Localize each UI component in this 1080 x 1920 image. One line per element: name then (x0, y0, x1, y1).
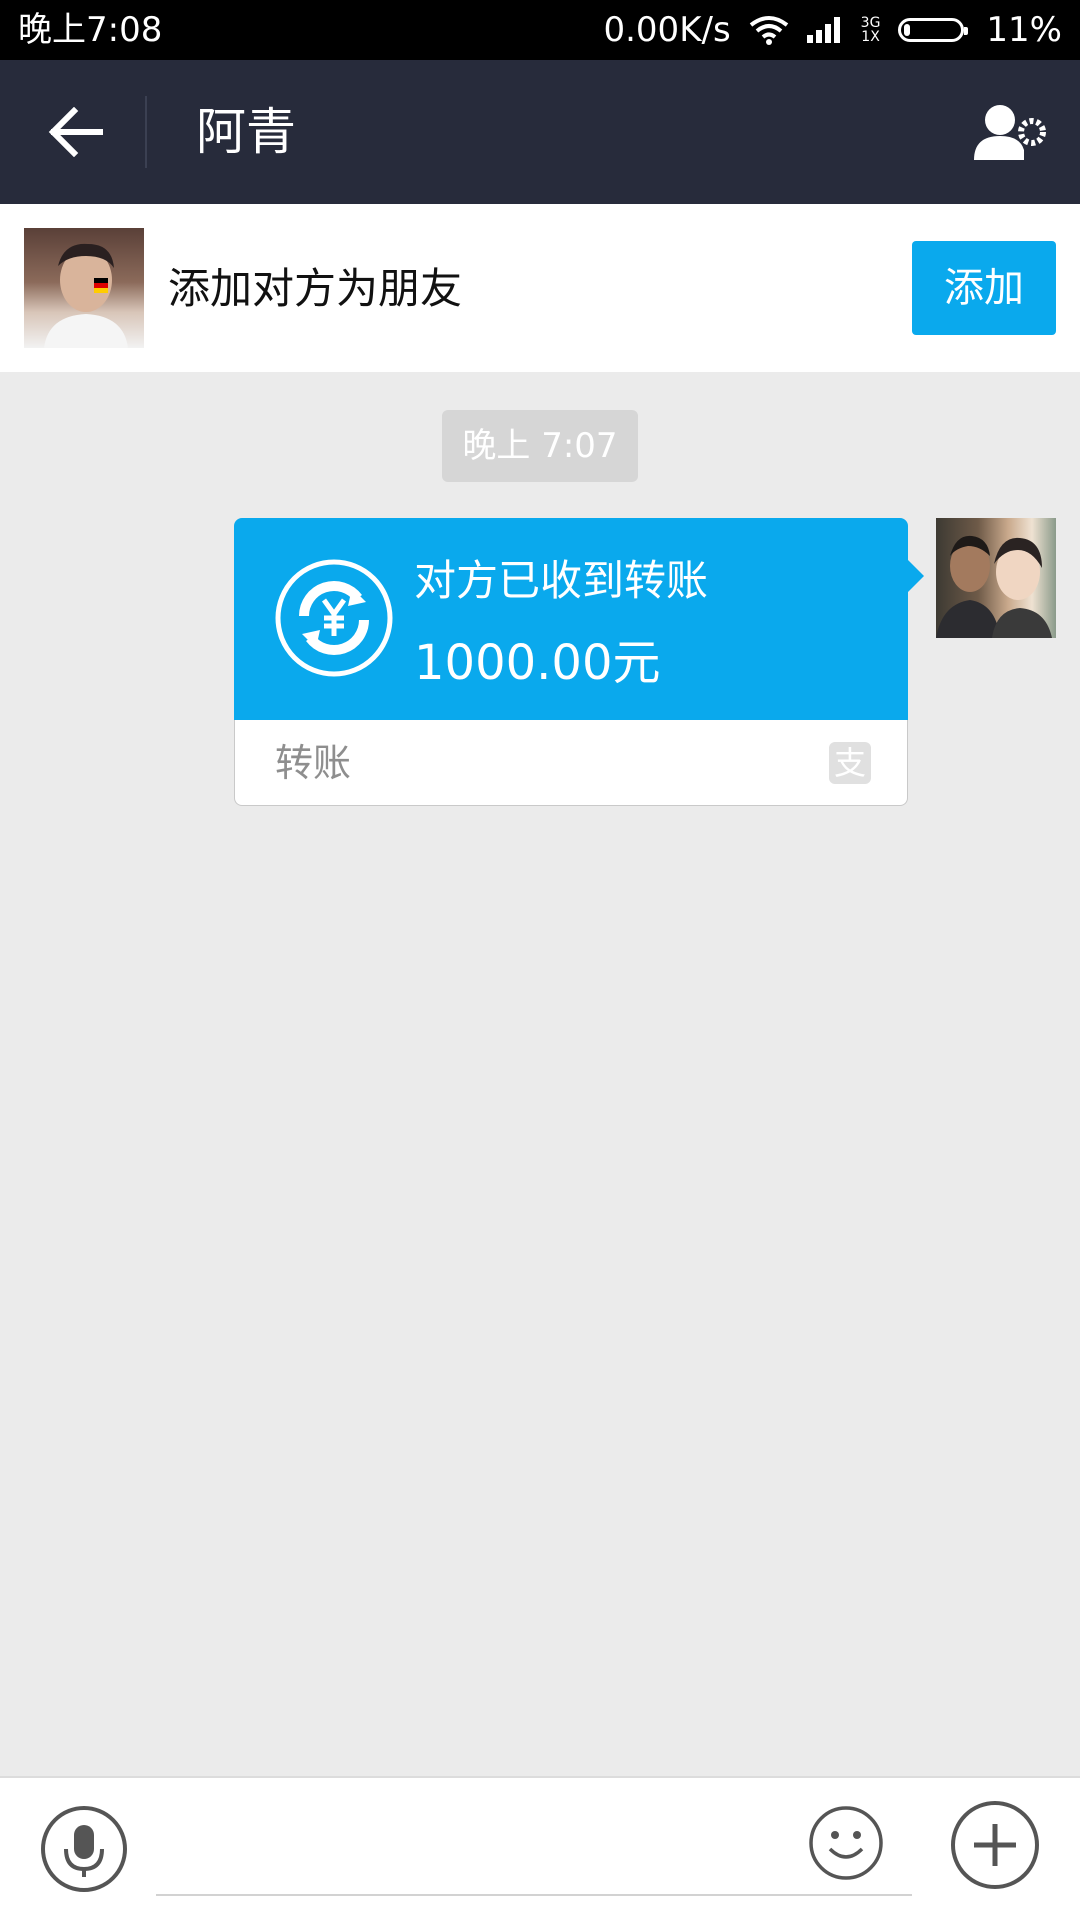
header-divider (145, 96, 147, 168)
transfer-yuan-icon (275, 559, 393, 677)
transfer-message-card[interactable]: 对方已收到转账 1000.00元 转账 支 (234, 518, 924, 806)
profile-settings-icon (974, 105, 1046, 160)
battery-level (904, 24, 911, 36)
bubble-tail (908, 560, 924, 592)
microphone-icon (41, 1806, 127, 1892)
page-title: 阿青 (196, 103, 296, 161)
battery-icon (898, 18, 969, 42)
transfer-card-footer: 转账 支 (234, 720, 908, 806)
plus-icon (951, 1801, 1039, 1889)
chat-header: 阿青 (0, 60, 1080, 204)
add-friend-button[interactable]: 添加 (912, 241, 1056, 335)
friend-avatar[interactable] (24, 228, 144, 348)
network-type: 3G 1X (861, 16, 881, 44)
status-bar: 晚上7:08 0.00K/s 3G 1X 11% (0, 0, 1080, 60)
more-actions-button[interactable] (950, 1800, 1040, 1890)
battery-percentage: 11% (986, 10, 1062, 50)
wifi-icon (749, 16, 788, 45)
my-avatar[interactable] (936, 518, 1056, 638)
network-type-bottom: 1X (861, 29, 880, 45)
transfer-card-header: 对方已收到转账 1000.00元 (234, 518, 908, 720)
network-type-top: 3G (860, 15, 881, 31)
back-arrow-icon (48, 107, 103, 157)
add-friend-bar: 添加对方为朋友 添加 (0, 204, 1080, 372)
back-button[interactable] (36, 92, 116, 172)
friend-avatar-image (44, 243, 128, 348)
chat-screen: 晚上7:08 0.00K/s 3G 1X 11% 阿青 添加对方为朋友 添加 晚… (0, 0, 1080, 1920)
transfer-amount: 1000.00元 (414, 635, 661, 691)
signal-icon (806, 17, 840, 43)
transfer-status: 对方已收到转账 (414, 556, 709, 605)
message-input-bar (0, 1776, 1080, 1920)
add-friend-text: 添加对方为朋友 (168, 264, 463, 313)
smiley-icon (809, 1806, 883, 1880)
message-timestamp: 晚上 7:07 (442, 410, 638, 482)
alipay-icon: 支 (829, 742, 871, 784)
emoji-button[interactable] (808, 1805, 884, 1881)
network-speed: 0.00K/s (603, 10, 731, 50)
status-time: 晚上7:08 (18, 10, 163, 50)
my-avatar-image (936, 535, 1052, 638)
message-input[interactable] (156, 1808, 912, 1896)
transfer-type-label: 转账 (275, 741, 352, 785)
status-indicators: 0.00K/s 3G 1X 11% (603, 10, 1062, 50)
profile-settings-button[interactable] (970, 92, 1050, 172)
voice-input-button[interactable] (40, 1805, 128, 1893)
